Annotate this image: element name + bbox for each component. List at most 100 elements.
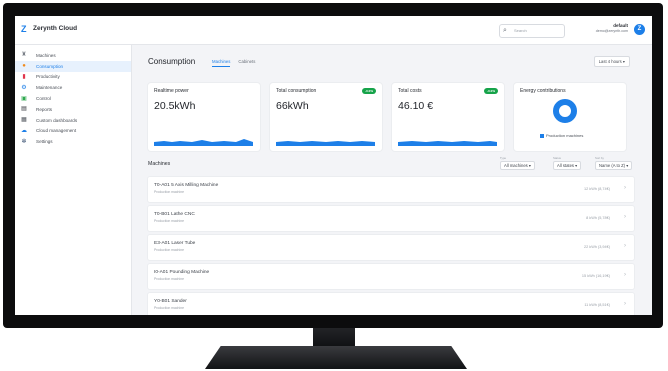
card-value: 46.10 € [398, 100, 434, 112]
monitor-stand [205, 346, 467, 369]
total-consumption-card: Total consumption -0.0% 66kWh [270, 83, 382, 151]
machine-energy: 12 kWh (8,74€) [584, 187, 610, 191]
type-filter[interactable]: Type All machines ▾ [500, 156, 536, 170]
sidebar-item-label: Reports [36, 106, 53, 112]
app-screen: Z Zerynth Cloud ⌕ Search default demo@ze… [15, 16, 652, 315]
sidebar: ♜ Machines ● Consumption ▮ Productivity … [15, 45, 132, 315]
machine-type: Production machine [154, 218, 184, 223]
sidebar-item-label: Productivity [36, 74, 60, 80]
search-placeholder: Search [514, 28, 527, 33]
status-select[interactable]: All states ▾ [553, 161, 582, 170]
avatar[interactable]: Z [634, 24, 645, 35]
list-item[interactable]: Y0-B01 Sander Production machine 11 kWh … [148, 292, 634, 315]
machine-name: Y0-B01 Sander [154, 298, 187, 304]
card-label: Total costs [398, 88, 422, 94]
machines-section-title: Machines [148, 161, 171, 167]
machine-name: I0-A01 Pounding Machine [154, 269, 210, 275]
card-value: 20.5kWh [154, 100, 196, 112]
energy-contributions-card: Energy contributions Production machines [514, 83, 626, 151]
filter-label: Status [553, 156, 561, 160]
sidebar-item-settings[interactable]: ✲ Settings [15, 136, 131, 147]
gear-icon: ✲ [21, 138, 27, 145]
chevron-right-icon: › [624, 213, 626, 220]
machine-type: Production machine [154, 247, 184, 252]
filter-label: Sort by [595, 156, 604, 160]
energy-donut-chart [553, 99, 577, 123]
user-email: demo@zerynth.com [595, 29, 628, 33]
tab-machines[interactable]: Machines [212, 59, 231, 67]
machine-name: E3-A01 Laser Tube [154, 240, 196, 246]
machine-icon: ♜ [21, 52, 27, 59]
card-label: Total consumption [276, 88, 317, 94]
user-name[interactable]: default [613, 23, 628, 28]
chevron-right-icon: › [624, 185, 626, 191]
monitor-neck [313, 328, 355, 348]
sidebar-item-control[interactable]: ▣ Control [15, 93, 131, 104]
monitor-frame: Z Zerynth Cloud ⌕ Search default demo@ze… [3, 3, 663, 328]
sidebar-item-label: Consumption [36, 63, 64, 69]
search-input[interactable]: ⌕ Search [499, 24, 565, 38]
realtime-power-card: Realtime power 20.5kWh [148, 83, 260, 151]
card-label: Realtime power [154, 88, 189, 94]
realtime-power-sparkline [154, 139, 253, 146]
top-bar: Z Zerynth Cloud ⌕ Search default demo@ze… [15, 16, 652, 45]
app-title: Zerynth Cloud [33, 25, 78, 32]
machine-type: Production machine [154, 190, 184, 194]
productivity-icon: ▮ [22, 73, 26, 80]
machine-type: Production machine [154, 305, 184, 310]
machine-energy: 22 kWh (3,94€) [584, 244, 610, 249]
sidebar-item-label: Settings [36, 139, 53, 145]
search-icon: ⌕ [503, 27, 507, 34]
machine-name: T0-B01 Lathe CNC [154, 211, 195, 217]
maintenance-icon: ⚙ [21, 84, 27, 91]
sidebar-item-cloud-management[interactable]: ☁ Cloud management [15, 126, 131, 137]
list-item[interactable]: T0-A01 5 Axis Milling Machine Production… [148, 177, 634, 202]
list-item[interactable]: T0-B01 Lathe CNC Production machine 8 kW… [148, 205, 634, 231]
filter-label: Type [500, 156, 507, 160]
sidebar-item-reports[interactable]: ▤ Reports [15, 104, 131, 115]
main-content: Consumption Machines Cabinets Last 4 hou… [132, 45, 652, 315]
sidebar-item-label: Cloud management [36, 128, 77, 134]
reports-icon: ▤ [21, 106, 27, 113]
machine-type: Production machine [154, 276, 184, 281]
sidebar-item-machines[interactable]: ♜ Machines [15, 50, 131, 61]
total-costs-card: Total costs -0.0% 46.10 € [392, 83, 504, 151]
sort-select[interactable]: Name (A to Z) ▾ [595, 161, 633, 170]
total-costs-sparkline [398, 141, 497, 146]
trend-badge: -0.0% [484, 88, 498, 94]
status-filter[interactable]: Status All states ▾ [553, 156, 582, 170]
card-value: 66kWh [276, 100, 309, 112]
page-title: Consumption [148, 57, 196, 66]
tab-cabinets[interactable]: Cabinets [238, 59, 255, 67]
cloud-icon: ☁ [21, 127, 27, 134]
zerynth-logo-icon: Z [21, 24, 27, 34]
control-icon: ▣ [21, 95, 27, 102]
total-consumption-sparkline [276, 141, 375, 146]
consumption-icon: ● [22, 63, 26, 70]
sidebar-item-consumption[interactable]: ● Consumption [15, 60, 131, 72]
machine-energy: 8 kWh (5,78€) [586, 215, 610, 220]
time-range-select[interactable]: Last 4 hours ▾ [593, 56, 630, 67]
machine-energy: 11 kWh (8,51€) [584, 302, 610, 307]
sidebar-item-maintenance[interactable]: ⚙ Maintenance [15, 82, 131, 93]
sidebar-item-custom-dashboards[interactable]: ▦ Custom dashboards [15, 115, 131, 126]
card-label: Energy contributions [520, 88, 566, 94]
legend-swatch [540, 133, 544, 138]
machine-name: T0-A01 5 Axis Milling Machine [154, 183, 219, 188]
machine-energy: 15 kWh (16,19€) [581, 273, 610, 278]
sidebar-item-label: Maintenance [36, 85, 63, 91]
machine-list: T0-A01 5 Axis Milling Machine Production… [148, 177, 634, 315]
chart-legend: Production machines [540, 133, 583, 138]
list-item[interactable]: E3-A01 Laser Tube Production machine 22 … [148, 234, 634, 260]
list-item[interactable]: I0-A01 Pounding Machine Production machi… [148, 263, 634, 289]
type-select[interactable]: All machines ▾ [500, 161, 536, 170]
sidebar-item-productivity[interactable]: ▮ Productivity [15, 72, 131, 83]
sidebar-item-label: Machines [36, 52, 56, 58]
legend-label: Production machines [546, 133, 584, 138]
trend-badge: -0.0% [362, 88, 376, 94]
tab-bar: Machines Cabinets [212, 59, 255, 67]
sort-filter[interactable]: Sort by Name (A to Z) ▾ [595, 156, 633, 170]
sidebar-item-label: Control [36, 96, 51, 102]
chevron-right-icon: › [624, 242, 626, 249]
chevron-right-icon: › [624, 300, 626, 307]
